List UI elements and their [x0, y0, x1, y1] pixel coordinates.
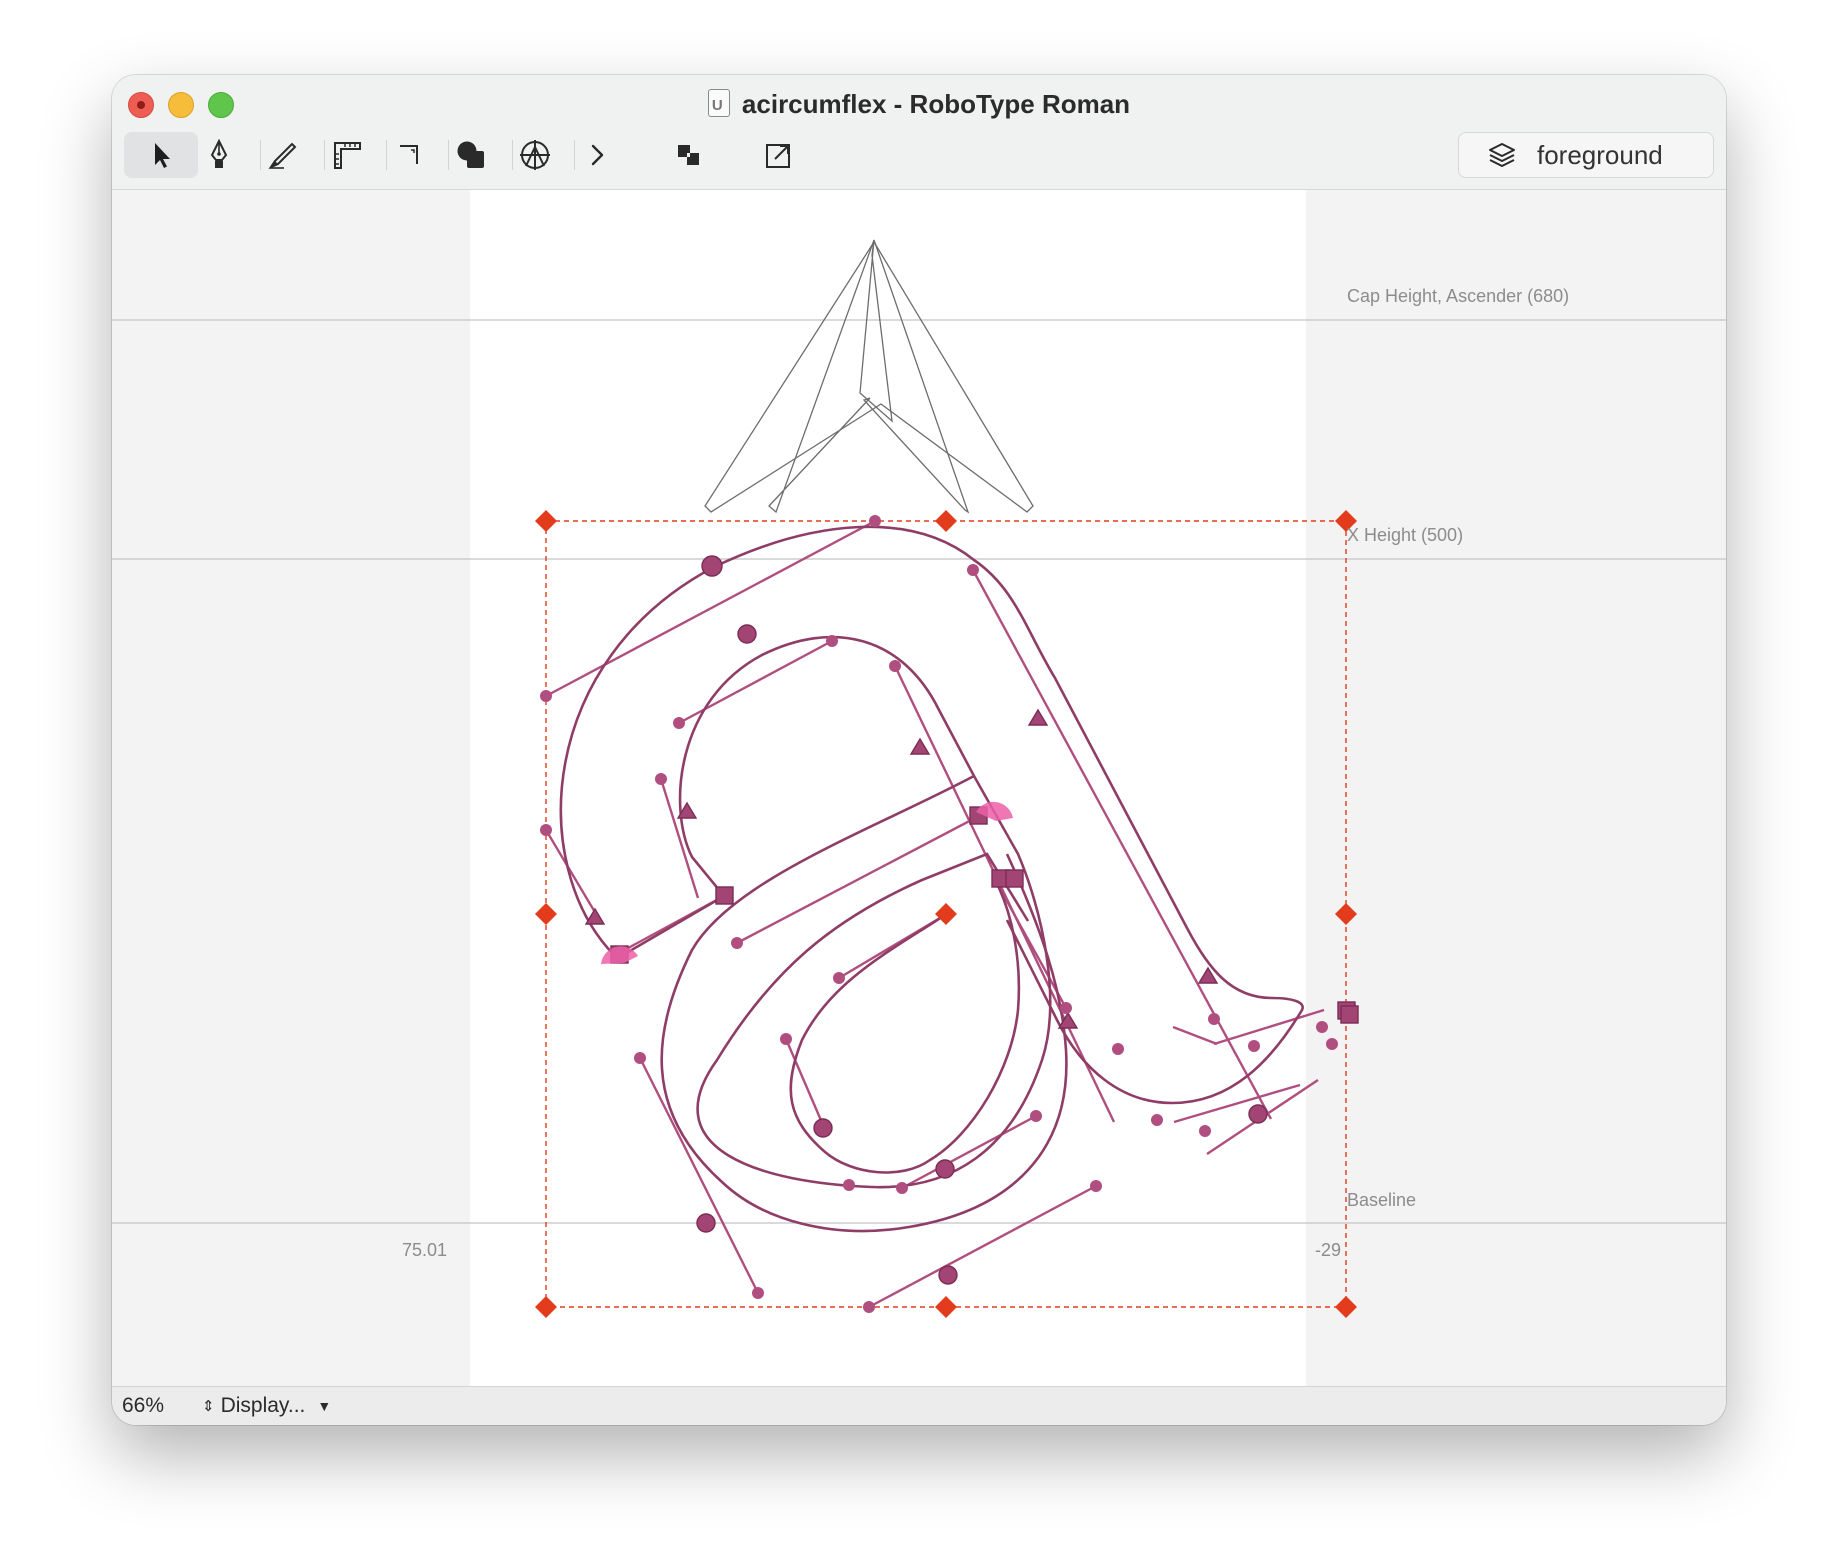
more-tools-button[interactable]	[560, 132, 634, 178]
slice-tool-button[interactable]	[246, 132, 320, 178]
x-height-label: X Height (500)	[1347, 525, 1464, 545]
remove-overlap-button[interactable]	[434, 132, 508, 178]
baseline-label: Baseline	[1347, 1190, 1417, 1210]
cap-height-label: Cap Height, Ascender (680)	[1347, 286, 1570, 306]
display-options-select[interactable]: ⇕ Display... ▼	[202, 1394, 331, 1418]
glyph-drawing[interactable]	[112, 190, 1726, 1386]
left-sidebearing-value: 75.01	[402, 1240, 448, 1260]
ruler-icon	[334, 142, 361, 169]
export-button[interactable]	[742, 132, 816, 178]
glyph-canvas[interactable]: Cap Height, Ascender (680) X Height (500…	[112, 190, 1726, 1386]
layers-view-button[interactable]	[652, 132, 726, 178]
bezier-tool-button[interactable]	[182, 132, 256, 178]
layer-selector[interactable]: foreground	[1458, 132, 1714, 178]
layer-name: foreground	[1537, 139, 1663, 170]
right-sidebearing-value: -29	[1315, 1240, 1342, 1260]
window-title-text: acircumflex - RoboType Roman	[741, 89, 1131, 119]
stacked-squares-icon	[678, 145, 699, 165]
overlap-icon	[457, 141, 484, 168]
up-down-arrows-icon: ⇕	[202, 1398, 215, 1415]
status-bar: 66% ⇕ Display... ▼	[112, 1386, 1726, 1425]
titlebar[interactable]: acircumflex - RoboType Roman	[112, 75, 1726, 190]
glyph-advance-area	[470, 190, 1306, 1386]
glyph-editor-window: acircumflex - RoboType Roman	[112, 75, 1726, 1425]
export-box-icon	[766, 144, 790, 168]
chevron-right-icon	[591, 144, 604, 166]
arrow-pointer-icon	[155, 143, 170, 168]
display-options-label: Display...	[220, 1394, 306, 1417]
chevron-down-icon: ▼	[317, 1398, 332, 1414]
corner-icon	[400, 145, 418, 164]
anchor-icon	[520, 140, 550, 170]
layers-icon	[1489, 143, 1515, 167]
knife-icon	[268, 142, 297, 170]
pen-nib-icon	[210, 138, 228, 168]
zoom-level[interactable]: 66%	[122, 1394, 202, 1418]
ufo-document-icon[interactable]	[707, 89, 730, 123]
window-title: acircumflex - RoboType Roman	[112, 87, 1726, 123]
